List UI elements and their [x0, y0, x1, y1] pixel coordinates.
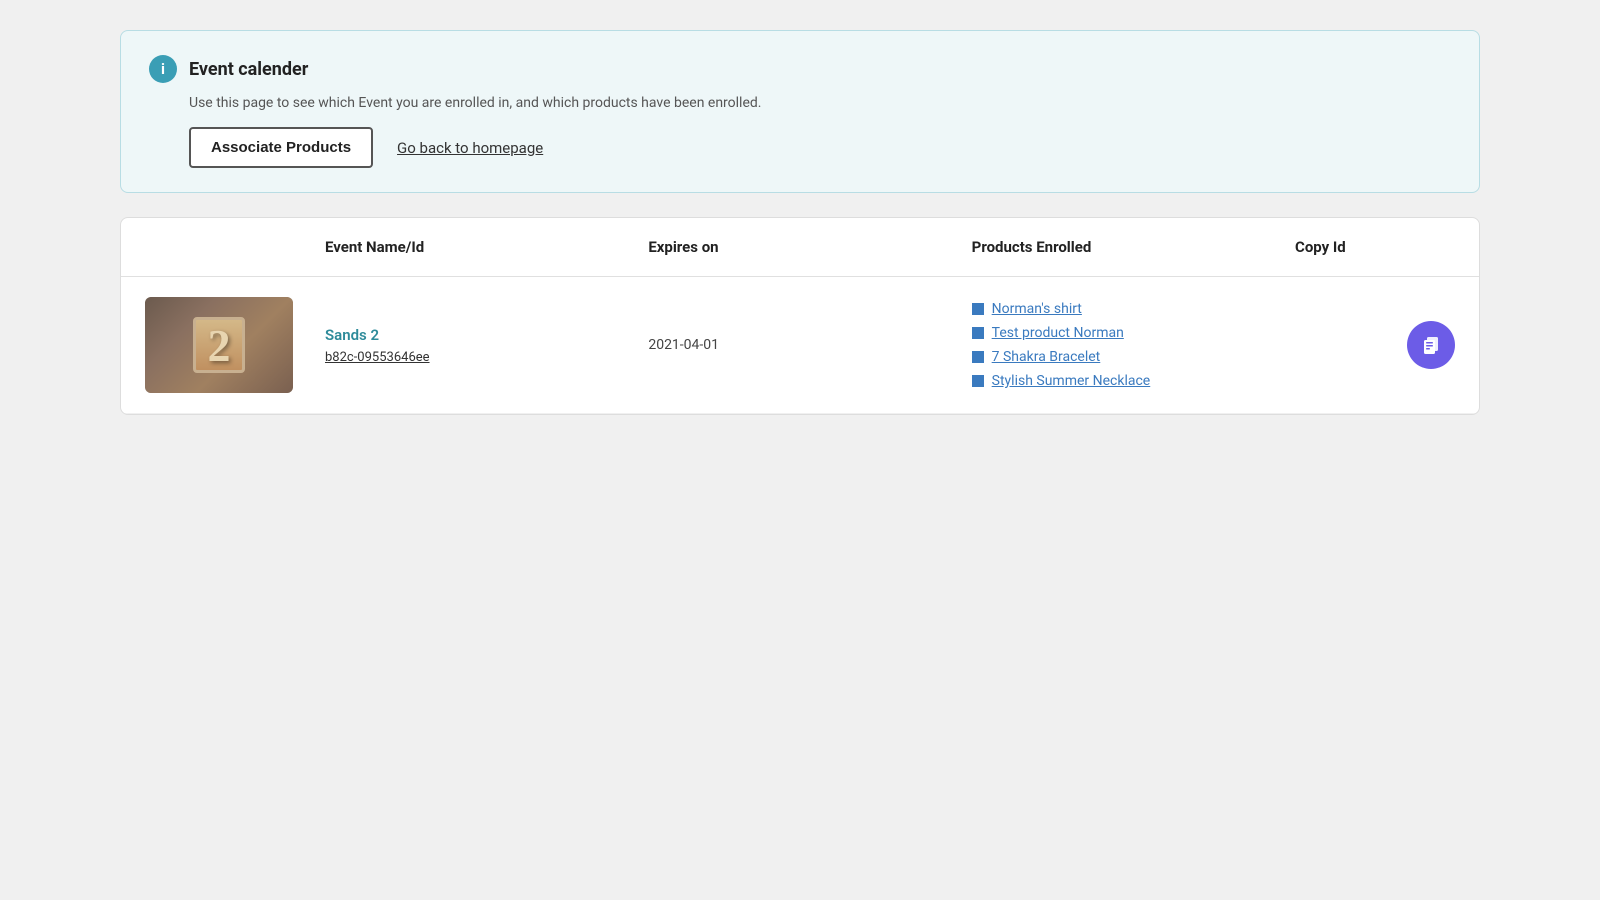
product-link-1[interactable]: Norman's shirt: [992, 301, 1082, 317]
copy-id-button[interactable]: [1407, 321, 1455, 369]
product-link-4[interactable]: Stylish Summer Necklace: [992, 373, 1151, 389]
copy-icon: [1419, 333, 1443, 357]
event-id: b82c-09553646ee: [325, 350, 648, 365]
event-name-link[interactable]: Sands 2: [325, 326, 648, 344]
event-image: 2: [145, 297, 293, 393]
list-item: 7 Shakra Bracelet: [972, 349, 1295, 365]
info-banner-description: Use this page to see which Event you are…: [189, 95, 1451, 111]
info-banner: i Event calender Use this page to see wh…: [120, 30, 1480, 193]
table-header: Event Name/Id Expires on Products Enroll…: [121, 218, 1479, 277]
info-actions: Associate Products Go back to homepage: [189, 127, 1451, 168]
list-item: Norman's shirt: [972, 301, 1295, 317]
cake-number-decoration: 2: [193, 317, 245, 373]
info-icon: i: [149, 55, 177, 83]
list-item: Stylish Summer Necklace: [972, 373, 1295, 389]
events-table: Event Name/Id Expires on Products Enroll…: [120, 217, 1480, 415]
list-item: Test product Norman: [972, 325, 1295, 341]
table-row: 2 Sands 2 b82c-09553646ee 2021-04-01 Nor…: [121, 277, 1479, 414]
homepage-link[interactable]: Go back to homepage: [397, 139, 543, 157]
col-image: [145, 238, 325, 256]
expires-on-cell: 2021-04-01: [648, 337, 971, 353]
products-enrolled-cell: Norman's shirt Test product Norman 7 Sha…: [972, 301, 1295, 389]
col-expires-on: Expires on: [648, 238, 971, 256]
info-banner-title: Event calender: [189, 59, 308, 80]
associate-products-button[interactable]: Associate Products: [189, 127, 373, 168]
col-event-name-id: Event Name/Id: [325, 238, 648, 256]
product-link-3[interactable]: 7 Shakra Bracelet: [992, 349, 1101, 365]
event-name-cell: Sands 2 b82c-09553646ee: [325, 326, 648, 365]
col-products-enrolled: Products Enrolled: [972, 238, 1295, 256]
info-banner-header: i Event calender: [149, 55, 1451, 83]
products-list: Norman's shirt Test product Norman 7 Sha…: [972, 301, 1295, 389]
col-copy-id: Copy Id: [1295, 238, 1455, 256]
copy-id-cell: [1295, 321, 1455, 369]
product-link-2[interactable]: Test product Norman: [992, 325, 1124, 341]
